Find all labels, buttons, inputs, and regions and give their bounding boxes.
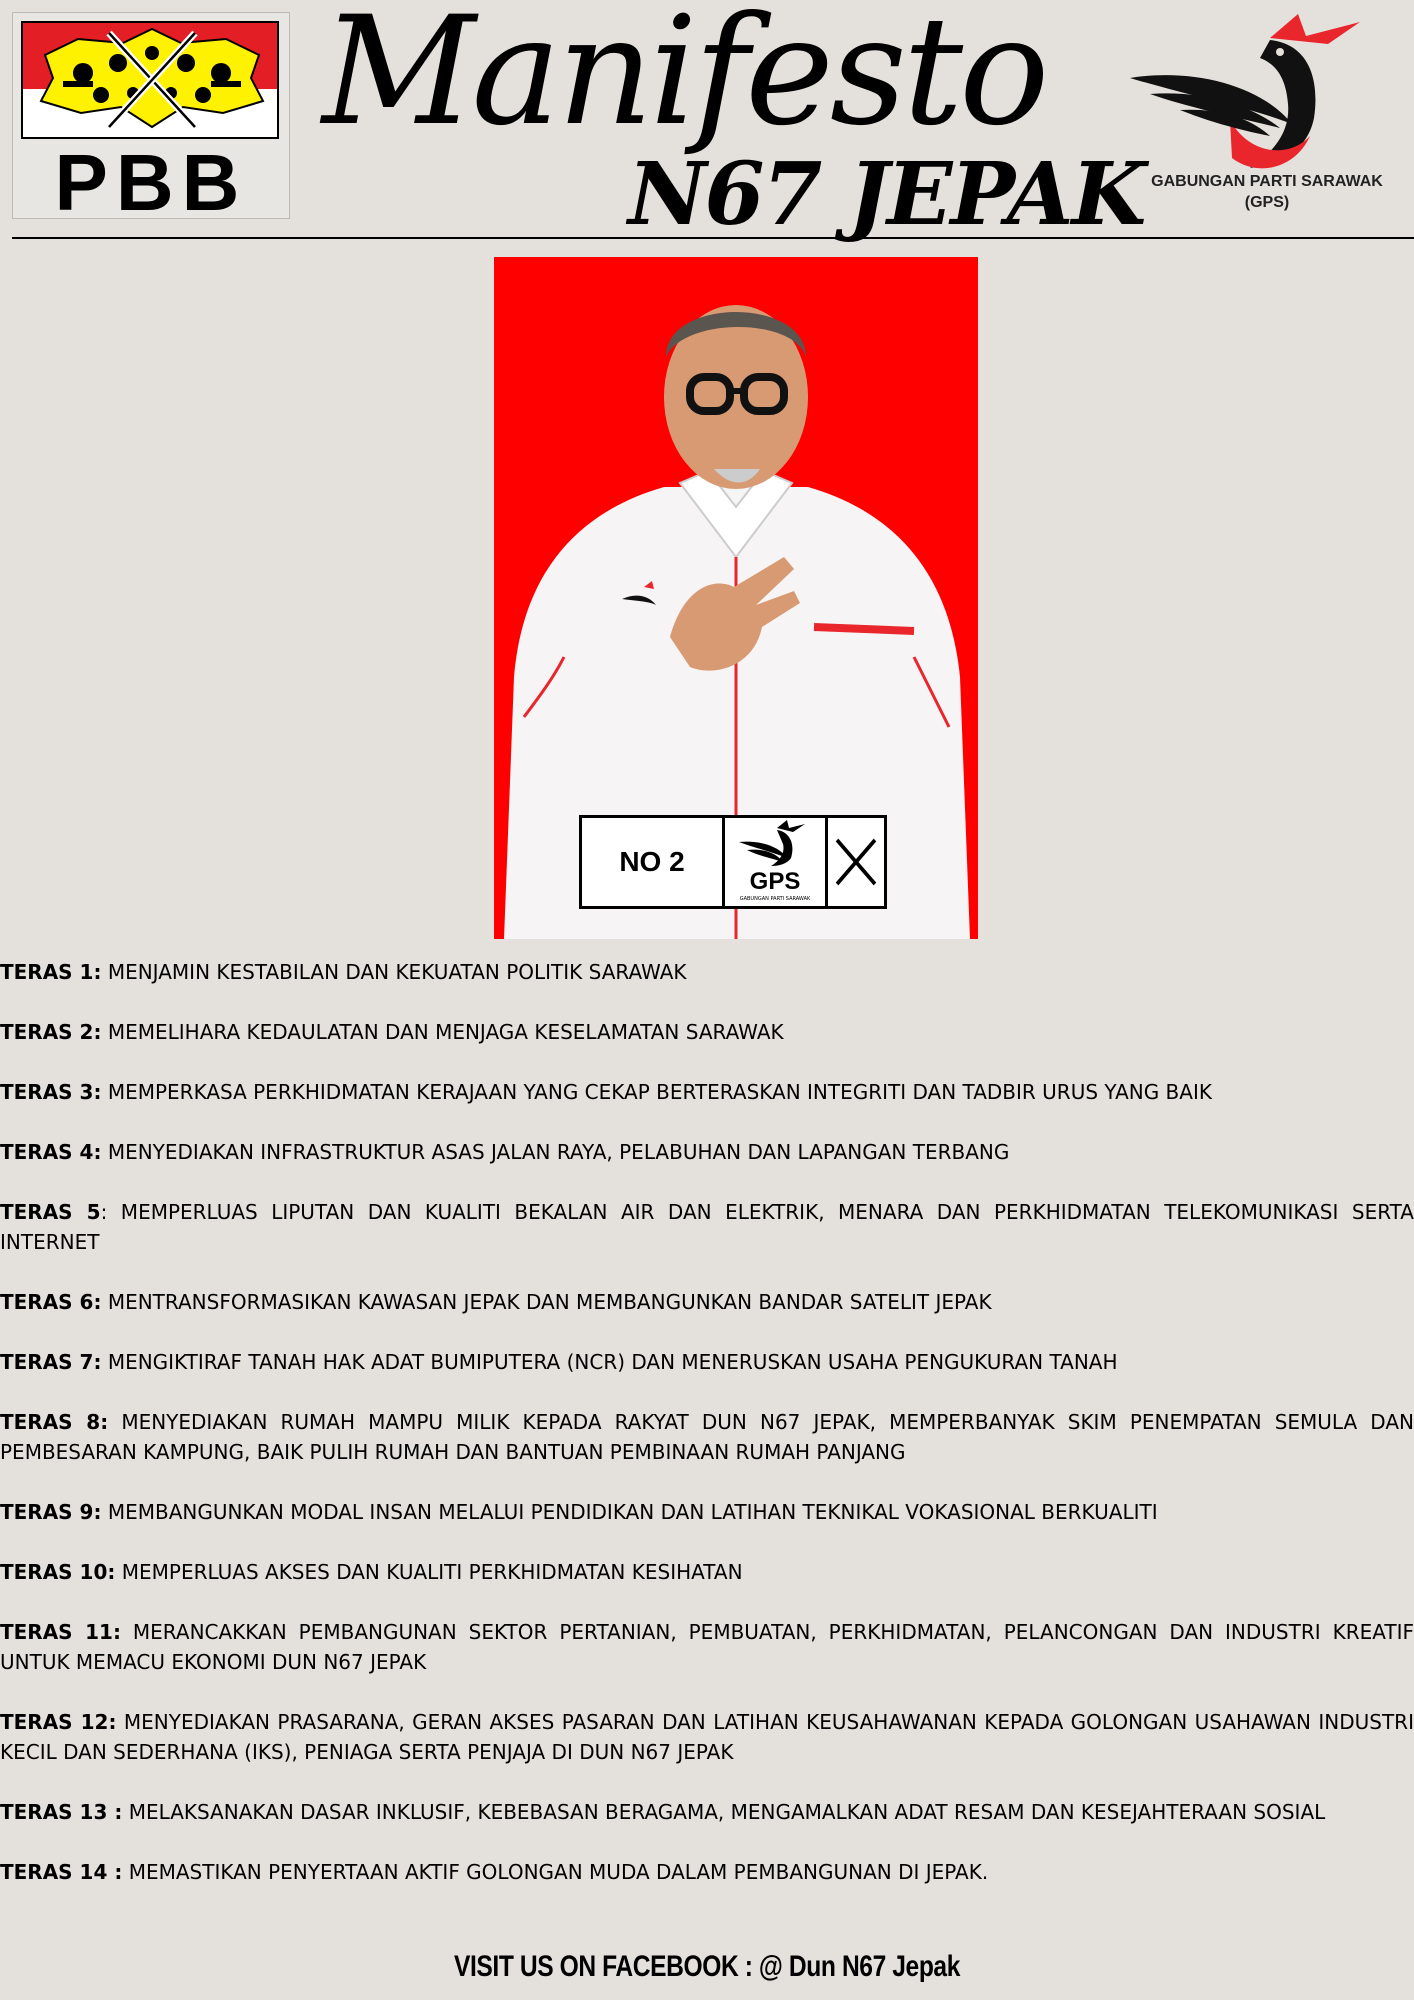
pillar-label: TERAS 8: [0,1410,109,1434]
facebook-link[interactable]: VISIT US ON FACEBOOK : @ Dun N67 Jepak [127,1950,1286,1984]
pillar-13: TERAS 13 : MELAKSANAKAN DASAR INKLUSIF, … [0,1797,1414,1827]
pillar-text: MEMPERKASA PERKHIDMATAN KERAJAAN YANG CE… [101,1080,1212,1104]
pillar-4: TERAS 4: MENYEDIAKAN INFRASTRUKTUR ASAS … [0,1137,1414,1167]
pillar-label: TERAS 3: [0,1080,102,1104]
pillar-8: TERAS 8: MENYEDIAKAN RUMAH MAMPU MILIK K… [0,1407,1414,1467]
cross-icon [835,838,877,886]
pillar-10: TERAS 10: MEMPERLUAS AKSES DAN KUALITI P… [0,1557,1414,1587]
pillar-label: TERAS 11: [0,1620,121,1644]
pillar-label: TERAS 7: [0,1350,102,1374]
ballot-symbol-text: GPS [749,868,801,895]
pillar-text: MEMELIHARA KEDAULATAN DAN MENJAGA KESELA… [101,1020,784,1044]
constituency-title: N67 JEPAK [628,144,1146,245]
page-title: Manifesto [322,0,1049,159]
pillar-label: TERAS 6: [0,1290,102,1314]
pillar-label: TERAS 4: [0,1140,102,1164]
pillar-label: TERAS 13 : [0,1800,123,1824]
pillar-label: TERAS 9: [0,1500,102,1524]
pbb-party-logo: PBB [12,12,290,223]
candidate-photo: NO 2 GPS GABUNGAN PARTI SARAWAK [494,257,978,939]
pillar-12: TERAS 12: MENYEDIAKAN PRASARANA, GERAN A… [0,1707,1414,1767]
gps-logo-caption: GABUNGAN PARTI SARAWAK (GPS) [1122,171,1412,213]
pillar-text: MENTRANSFORMASIKAN KAWASAN JEPAK DAN MEM… [101,1290,992,1314]
ballot-number: NO 2 [582,818,725,906]
pillar-label: TERAS 12: [0,1710,117,1734]
pillar-5: TERAS 5: MEMPERLUAS LIPUTAN DAN KUALITI … [0,1197,1414,1257]
header-divider [12,237,1414,239]
pillar-label: TERAS 2: [0,1020,102,1044]
pillar-text: MEMASTIKAN PENYERTAAN AKTIF GOLONGAN MUD… [122,1860,989,1884]
pillar-label: TERAS 1: [0,960,102,984]
pbb-logo-text: PBB [54,138,248,227]
gps-caption-line2: (GPS) [1244,194,1290,211]
ballot-box: NO 2 GPS GABUNGAN PARTI SARAWAK [579,815,887,909]
ballot-cross-mark [828,818,884,906]
pillar-3: TERAS 3: MEMPERKASA PERKHIDMATAN KERAJAA… [0,1077,1414,1107]
header: PBB Manifesto N67 JEPAK GABUNGAN PARTI S… [0,0,1414,240]
pbb-flag-emblem [21,21,279,139]
pillar-6: TERAS 6: MENTRANSFORMASIKAN KAWASAN JEPA… [0,1287,1414,1317]
pillar-text: MELAKSANAKAN DASAR INKLUSIF, KEBEBASAN B… [122,1800,1326,1824]
ballot-hornbill-icon [739,820,805,866]
pillar-text: MEMBANGUNKAN MODAL INSAN MELALUI PENDIDI… [101,1500,1158,1524]
ballot-symbol-subtext: GABUNGAN PARTI SARAWAK [739,896,811,902]
pillar-text: MENGIKTIRAF TANAH HAK ADAT BUMIPUTERA (N… [101,1350,1118,1374]
pillar-text: MERANCAKKAN PEMBANGUNAN SEKTOR PERTANIAN… [0,1620,1414,1674]
pillar-7: TERAS 7: MENGIKTIRAF TANAH HAK ADAT BUMI… [0,1347,1414,1377]
pillar-label: TERAS 5 [0,1200,101,1224]
pillar-text: MENYEDIAKAN RUMAH MAMPU MILIK KEPADA RAK… [0,1410,1414,1464]
manifesto-pillars: TERAS 1: MENJAMIN KESTABILAN DAN KEKUATA… [0,957,1414,1917]
pillar-2: TERAS 2: MEMELIHARA KEDAULATAN DAN MENJA… [0,1017,1414,1047]
gps-caption-line1: GABUNGAN PARTI SARAWAK [1151,173,1383,190]
pillar-1: TERAS 1: MENJAMIN KESTABILAN DAN KEKUATA… [0,957,1414,987]
pillar-text: MENYEDIAKAN INFRASTRUKTUR ASAS JALAN RAY… [101,1140,1010,1164]
ballot-symbol: GPS GABUNGAN PARTI SARAWAK [725,818,828,906]
pillar-text: MENYEDIAKAN PRASARANA, GERAN AKSES PASAR… [0,1710,1414,1764]
pillar-label: TERAS 10: [0,1560,116,1584]
pillar-text: MENJAMIN KESTABILAN DAN KEKUATAN POLITIK… [101,960,687,984]
pillar-label: TERAS 14 : [0,1860,123,1884]
pillar-9: TERAS 9: MEMBANGUNKAN MODAL INSAN MELALU… [0,1497,1414,1527]
pillar-11: TERAS 11: MERANCAKKAN PEMBANGUNAN SEKTOR… [0,1617,1414,1677]
pillar-text: : MEMPERLUAS LIPUTAN DAN KUALITI BEKALAN… [0,1200,1414,1254]
pillar-text: MEMPERLUAS AKSES DAN KUALITI PERKHIDMATA… [115,1560,743,1584]
pillar-14: TERAS 14 : MEMASTIKAN PENYERTAAN AKTIF G… [0,1857,1414,1887]
